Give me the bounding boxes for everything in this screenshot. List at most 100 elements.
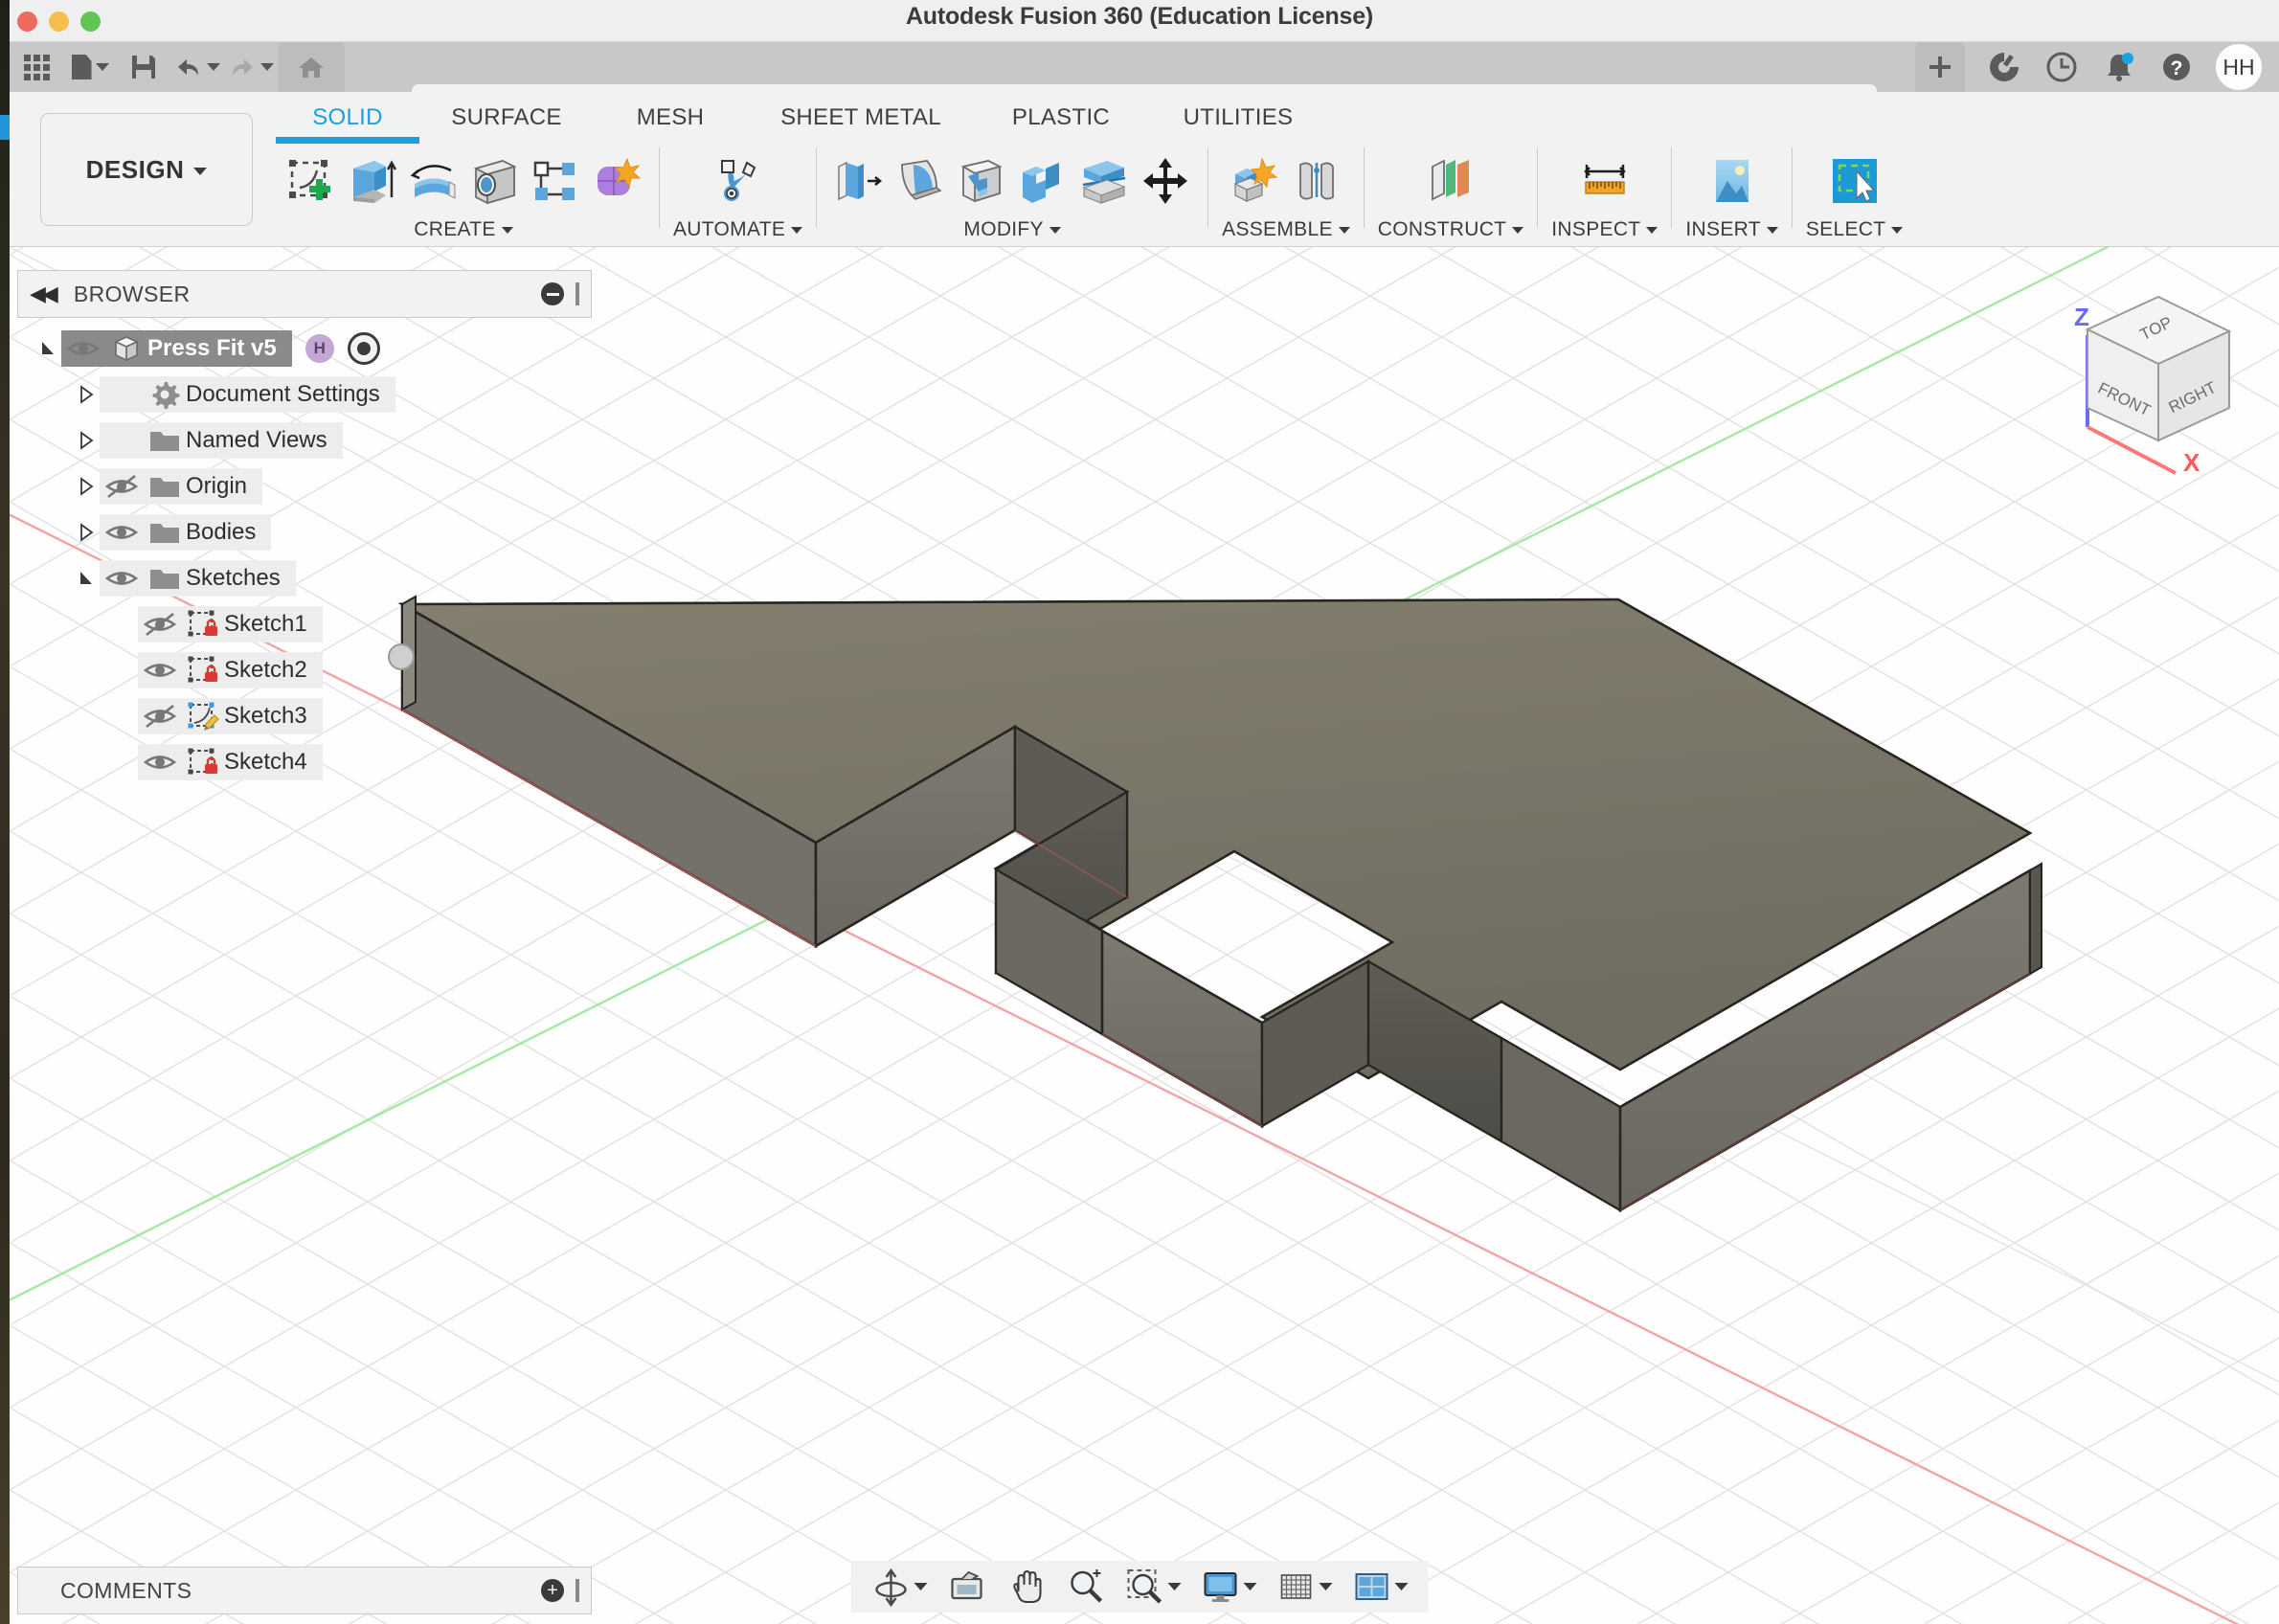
extensions-button[interactable] <box>1986 49 2022 85</box>
eye-hidden-icon[interactable] <box>105 474 138 499</box>
twisty-expanded-icon[interactable] <box>78 569 95 588</box>
zoom-button[interactable] <box>1059 1567 1113 1607</box>
eye-visible-icon[interactable] <box>105 566 138 591</box>
panel-label-create[interactable]: CREATE <box>414 218 512 241</box>
workspace-switcher-button[interactable]: DESIGN <box>40 113 253 226</box>
revolve-icon[interactable] <box>404 150 462 212</box>
tree-row-content[interactable]: Sketch2 <box>138 652 323 688</box>
browser-node-sketches[interactable]: Sketches <box>17 555 592 601</box>
browser-node-document-settings[interactable]: Document Settings <box>17 372 592 417</box>
fillet-icon[interactable] <box>891 150 949 212</box>
visibility-toggle[interactable] <box>138 750 182 775</box>
tree-row-content[interactable]: Sketch3 <box>138 698 323 734</box>
visibility-toggle[interactable] <box>138 658 182 683</box>
panel-label-assemble[interactable]: ASSEMBLE <box>1222 218 1350 241</box>
twisty-collapsed-icon[interactable] <box>78 431 95 450</box>
shell-icon[interactable] <box>953 150 1010 212</box>
eye-hidden-icon[interactable] <box>144 612 176 637</box>
twisty-expanded-icon[interactable] <box>39 339 56 358</box>
visibility-toggle[interactable] <box>100 566 144 591</box>
visibility-toggle[interactable] <box>100 520 144 545</box>
pan-button[interactable] <box>1000 1567 1053 1607</box>
create-form-icon[interactable] <box>588 150 645 212</box>
joint-icon[interactable] <box>1288 150 1345 212</box>
plus-circle-icon[interactable]: + <box>541 1579 564 1602</box>
new-tab-button[interactable] <box>1915 42 1965 92</box>
collapse-browser-button[interactable]: ◀◀ <box>30 282 55 306</box>
ribbon-tab-solid[interactable]: SOLID <box>276 100 419 136</box>
panel-label-inspect[interactable]: INSPECT <box>1551 218 1658 241</box>
eye-visible-icon[interactable] <box>67 336 100 361</box>
press-pull-icon[interactable] <box>830 150 888 212</box>
browser-resize-grip[interactable] <box>575 282 579 305</box>
twisty-collapsed-icon[interactable] <box>78 477 95 496</box>
view-cube[interactable]: Z X TOP FRONT RIGHT <box>2042 276 2252 477</box>
tree-twisty[interactable] <box>34 339 61 358</box>
panel-label-insert[interactable]: INSERT <box>1685 218 1777 241</box>
comments-resize-grip[interactable] <box>575 1579 579 1602</box>
panel-label-modify[interactable]: MODIFY <box>963 218 1060 241</box>
minus-circle-icon[interactable] <box>541 282 564 305</box>
browser-node-sketch2[interactable]: Sketch2 <box>17 647 592 693</box>
panel-label-select[interactable]: SELECT <box>1806 218 1904 241</box>
visibility-toggle[interactable] <box>100 474 144 499</box>
tree-twisty[interactable] <box>73 385 100 404</box>
ribbon-tab-mesh[interactable]: MESH <box>594 100 747 136</box>
combine-icon[interactable] <box>1014 150 1072 212</box>
visibility-toggle[interactable] <box>138 704 182 729</box>
offset-plane-icon[interactable] <box>1422 150 1479 212</box>
extrude-icon[interactable] <box>343 150 400 212</box>
panel-label-automate[interactable]: AUTOMATE <box>673 218 802 241</box>
eye-visible-icon[interactable] <box>105 520 138 545</box>
tree-row-content[interactable]: Document Settings <box>100 376 395 413</box>
eye-visible-icon[interactable] <box>144 750 176 775</box>
browser-node-bodies[interactable]: Bodies <box>17 509 592 555</box>
measure-ruler-icon[interactable] <box>1576 150 1634 212</box>
tree-twisty[interactable] <box>73 523 100 542</box>
ribbon-tab-utilities[interactable]: UTILITIES <box>1147 100 1329 136</box>
display-settings-button[interactable] <box>1194 1567 1264 1607</box>
viewports-button[interactable] <box>1345 1567 1415 1607</box>
ribbon-tab-surface[interactable]: SURFACE <box>419 100 594 136</box>
tree-row-content[interactable]: Sketch1 <box>138 606 323 643</box>
insert-image-icon[interactable] <box>1704 150 1761 212</box>
move-copy-icon[interactable] <box>1137 150 1194 212</box>
orbit-button[interactable] <box>865 1567 935 1607</box>
generative-design-icon[interactable] <box>710 150 767 212</box>
select-cursor-icon[interactable] <box>1826 150 1884 212</box>
hole-icon[interactable] <box>465 150 523 212</box>
panel-label-construct[interactable]: CONSTRUCT <box>1378 218 1524 241</box>
browser-node-origin[interactable]: Origin <box>17 463 592 509</box>
tree-row-content[interactable]: Sketch4 <box>138 744 323 780</box>
browser-node-sketch4[interactable]: Sketch4 <box>17 739 592 785</box>
user-avatar[interactable]: HH <box>2216 44 2262 90</box>
tree-row-content[interactable]: Press Fit v5 <box>61 330 292 367</box>
browser-node-sketch3[interactable]: Sketch3 <box>17 693 592 739</box>
tree-twisty[interactable] <box>73 477 100 496</box>
tree-row-content[interactable]: Sketches <box>100 560 296 597</box>
visibility-toggle[interactable] <box>61 336 105 361</box>
ribbon-tab-plastic[interactable]: PLASTIC <box>975 100 1147 136</box>
owner-badge[interactable]: H <box>305 334 334 363</box>
tree-twisty[interactable] <box>73 569 100 588</box>
twisty-collapsed-icon[interactable] <box>78 523 95 542</box>
look-at-button[interactable] <box>940 1567 994 1607</box>
tree-row-content[interactable]: Origin <box>100 468 262 505</box>
grid-snaps-button[interactable] <box>1270 1567 1340 1607</box>
rectangular-pattern-icon[interactable] <box>527 150 584 212</box>
eye-visible-icon[interactable] <box>144 658 176 683</box>
tree-row-content[interactable]: Named Views <box>100 422 343 459</box>
visibility-toggle[interactable] <box>138 612 182 637</box>
create-sketch-icon[interactable] <box>282 150 339 212</box>
activate-component-radio[interactable] <box>348 332 380 365</box>
tree-row-content[interactable]: Bodies <box>100 514 271 551</box>
history-button[interactable] <box>2043 49 2080 85</box>
eye-hidden-icon[interactable] <box>144 704 176 729</box>
split-body-icon[interactable] <box>1075 150 1133 212</box>
help-button[interactable]: ? <box>2158 49 2195 85</box>
tree-twisty[interactable] <box>73 431 100 450</box>
comments-panel[interactable]: COMMENTS + <box>17 1567 592 1614</box>
browser-node-named-views[interactable]: Named Views <box>17 417 592 463</box>
twisty-collapsed-icon[interactable] <box>78 385 95 404</box>
browser-node-sketch1[interactable]: Sketch1 <box>17 601 592 647</box>
